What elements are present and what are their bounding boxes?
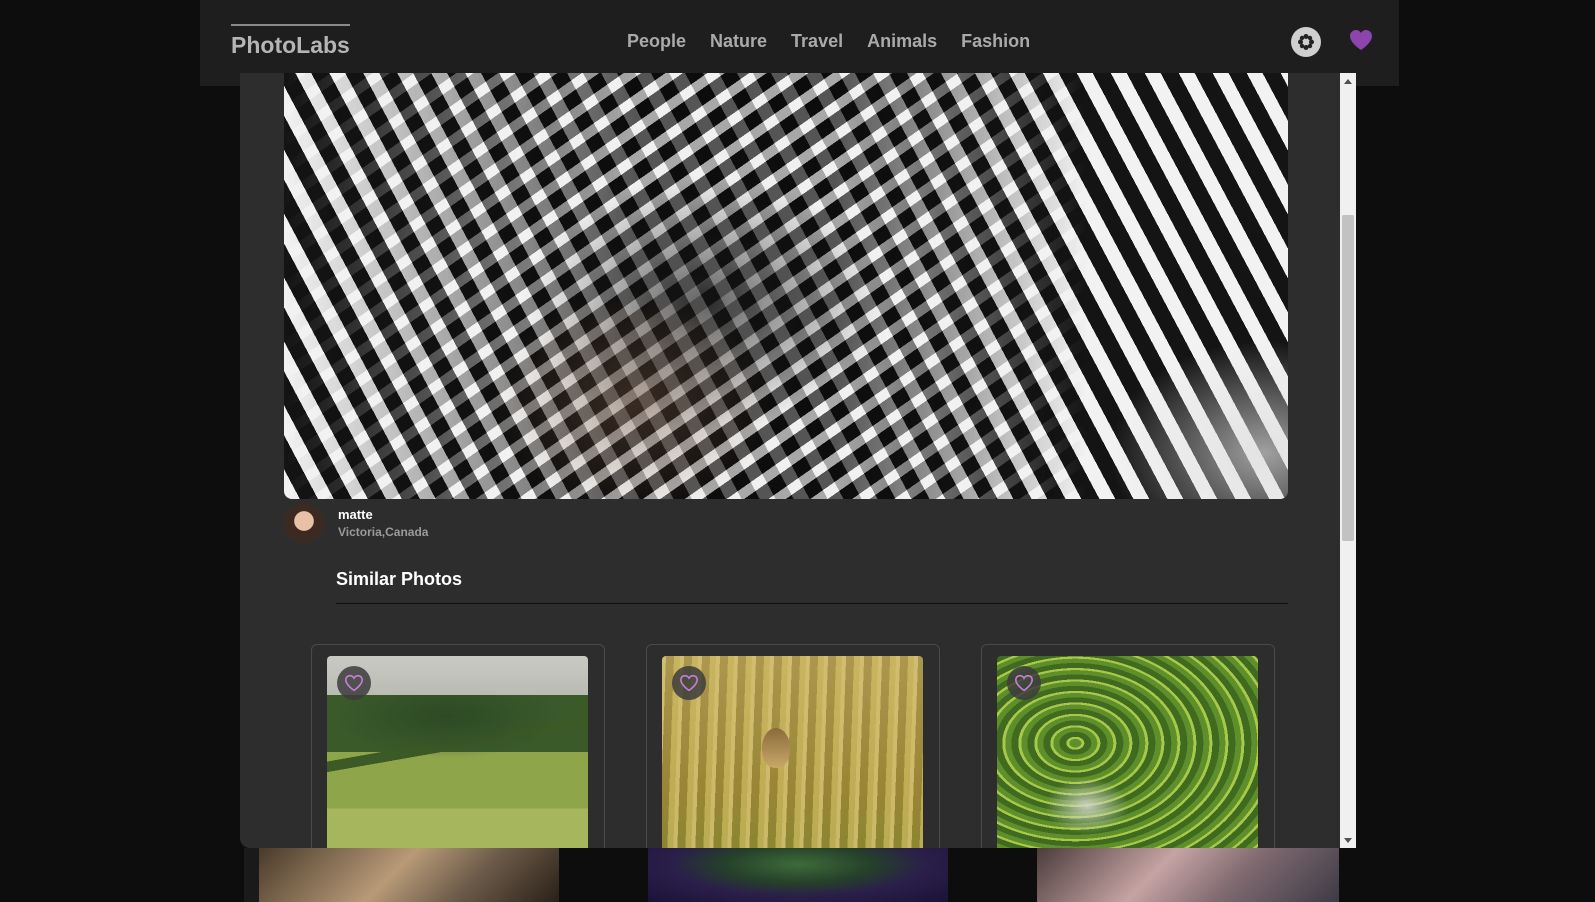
topic-travel[interactable]: Travel [791, 31, 843, 52]
bird-shape [762, 728, 790, 768]
avatar [284, 503, 324, 543]
main-photo [284, 73, 1288, 499]
similar-photo-card[interactable] [646, 644, 940, 848]
grid-photo-blossoms[interactable] [1037, 848, 1339, 902]
grid-photo-cave[interactable] [259, 848, 559, 902]
like-button[interactable] [672, 666, 706, 700]
like-button[interactable] [337, 666, 371, 700]
modal-scrollbar[interactable] [1340, 73, 1356, 848]
scroll-up-button[interactable] [1340, 73, 1356, 89]
similar-photo-card[interactable] [981, 644, 1275, 848]
app-logo[interactable]: PhotoLabs [231, 24, 350, 59]
theme-toggle-button[interactable] [1291, 27, 1321, 57]
topic-animals[interactable]: Animals [867, 31, 937, 52]
similar-photos-title: Similar Photos [336, 569, 1288, 604]
topic-fashion[interactable]: Fashion [961, 31, 1030, 52]
topic-nature[interactable]: Nature [710, 31, 767, 52]
heart-outline-icon [1014, 674, 1034, 692]
like-button[interactable] [1007, 666, 1041, 700]
heart-outline-icon [679, 674, 699, 692]
arrow-up-icon [1344, 78, 1352, 84]
heart-icon[interactable] [1349, 29, 1373, 51]
similar-photo-card[interactable] [311, 644, 605, 848]
grid-gutter [244, 848, 259, 902]
flower-icon [1298, 34, 1314, 50]
arrow-down-icon [1344, 837, 1352, 843]
topic-list: People Nature Travel Animals Fashion [627, 31, 1030, 52]
user-name: matte [338, 507, 373, 522]
heart-outline-icon [344, 674, 364, 692]
grid-photo-tree-stars[interactable] [648, 848, 948, 902]
photo-details-modal: matte Victoria,Canada Similar Photos [240, 73, 1356, 848]
photo-user-info: matte Victoria,Canada [284, 503, 428, 543]
topic-people[interactable]: People [627, 31, 686, 52]
user-location: Victoria,Canada [338, 525, 429, 539]
scroll-down-button[interactable] [1340, 832, 1356, 848]
scroll-thumb[interactable] [1342, 215, 1354, 541]
